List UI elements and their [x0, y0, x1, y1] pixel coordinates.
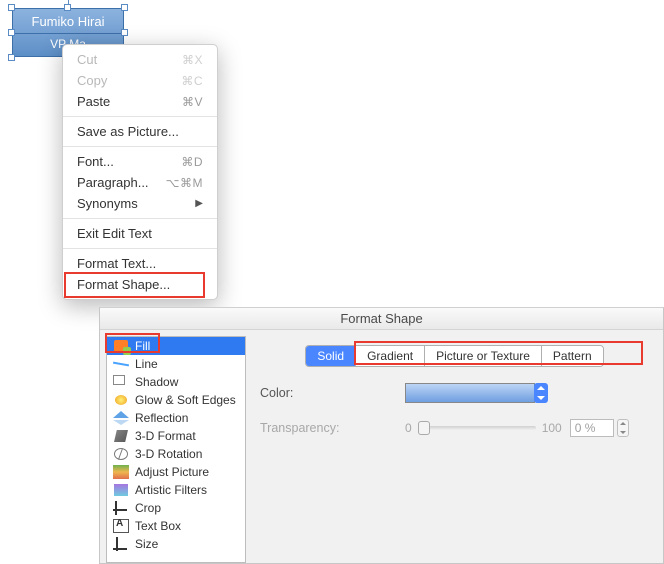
menu-shortcut: ⌘X — [182, 53, 203, 67]
menu-label: Save as Picture... — [77, 124, 179, 139]
fill-type-tabs: Solid Gradient Picture or Texture Patter… — [305, 345, 603, 367]
sidebar-item-3d-rotation[interactable]: 3-D Rotation — [107, 445, 245, 463]
resize-handle[interactable] — [8, 29, 15, 36]
glow-icon — [113, 393, 129, 407]
tab-solid[interactable]: Solid — [306, 346, 356, 366]
menu-paste[interactable]: Paste ⌘V — [63, 91, 217, 112]
menu-shortcut: ⌘C — [181, 74, 203, 88]
menu-separator — [63, 146, 217, 147]
menu-label: Synonyms — [77, 196, 138, 211]
reflection-icon — [113, 411, 129, 425]
menu-synonyms[interactable]: Synonyms ▶ — [63, 193, 217, 214]
color-label: Color: — [260, 386, 405, 400]
slider-min: 0 — [405, 421, 412, 435]
sidebar-item-line[interactable]: Line — [107, 355, 245, 373]
transparency-stepper[interactable] — [617, 419, 629, 437]
sidebar-item-3d-format[interactable]: 3-D Format — [107, 427, 245, 445]
slider-knob[interactable] — [418, 421, 430, 435]
transparency-row: Transparency: 0 100 0 % — [260, 419, 649, 437]
tab-picture-or-texture[interactable]: Picture or Texture — [425, 346, 542, 366]
sidebar-item-label: Crop — [135, 501, 161, 515]
resize-handle[interactable] — [121, 29, 128, 36]
rotation-icon — [113, 447, 129, 461]
sidebar-item-crop[interactable]: Crop — [107, 499, 245, 517]
slider-max: 100 — [542, 421, 562, 435]
textbox-icon — [113, 519, 129, 533]
menu-paragraph[interactable]: Paragraph... ⌥⌘M — [63, 172, 217, 193]
sidebar-item-label: Line — [135, 357, 158, 371]
menu-shortcut: ⌘D — [181, 155, 203, 169]
menu-font[interactable]: Font... ⌘D — [63, 151, 217, 172]
transparency-label: Transparency: — [260, 421, 405, 435]
menu-copy: Copy ⌘C — [63, 70, 217, 91]
transparency-slider[interactable] — [418, 426, 536, 430]
sidebar-item-label: Adjust Picture — [135, 465, 209, 479]
transparency-value[interactable]: 0 % — [570, 419, 614, 437]
resize-handle[interactable] — [121, 4, 128, 11]
sidebar-item-reflection[interactable]: Reflection — [107, 409, 245, 427]
menu-separator — [63, 116, 217, 117]
shadow-icon — [113, 375, 129, 389]
sidebar-item-glow[interactable]: Glow & Soft Edges — [107, 391, 245, 409]
tab-pattern[interactable]: Pattern — [542, 346, 603, 366]
resize-handle[interactable] — [8, 4, 15, 11]
fill-panel: Solid Gradient Picture or Texture Patter… — [250, 330, 663, 563]
sidebar-item-label: Text Box — [135, 519, 181, 533]
shape-name: Fumiko Hirai — [13, 9, 123, 33]
menu-label: Exit Edit Text — [77, 226, 152, 241]
context-menu: Cut ⌘X Copy ⌘C Paste ⌘V Save as Picture.… — [62, 44, 218, 300]
window-title: Format Shape — [100, 308, 663, 330]
menu-label: Format Text... — [77, 256, 156, 271]
menu-format-shape[interactable]: Format Shape... — [63, 274, 217, 295]
sidebar-item-adjust-picture[interactable]: Adjust Picture — [107, 463, 245, 481]
crop-icon — [113, 501, 129, 515]
menu-label: Cut — [77, 52, 97, 67]
sidebar-item-artistic-filters[interactable]: Artistic Filters — [107, 481, 245, 499]
menu-separator — [63, 218, 217, 219]
sidebar-item-fill[interactable]: Fill — [107, 337, 245, 355]
size-icon — [113, 537, 129, 551]
sidebar-item-size[interactable]: Size — [107, 535, 245, 553]
sidebar-item-label: 3-D Format — [135, 429, 196, 443]
filters-icon — [113, 483, 129, 497]
menu-label: Format Shape... — [77, 277, 170, 292]
submenu-arrow-icon: ▶ — [195, 198, 203, 209]
line-icon — [113, 357, 129, 371]
menu-label: Copy — [77, 73, 107, 88]
menu-shortcut: ⌘V — [182, 95, 203, 109]
sidebar-item-label: Glow & Soft Edges — [135, 393, 236, 407]
fill-icon — [113, 339, 129, 353]
category-sidebar: Fill Line Shadow Glow & Soft Edges Refle… — [106, 336, 246, 563]
sidebar-item-label: Reflection — [135, 411, 188, 425]
sidebar-item-label: Fill — [135, 339, 150, 353]
menu-exit-edit-text[interactable]: Exit Edit Text — [63, 223, 217, 244]
sidebar-item-text-box[interactable]: Text Box — [107, 517, 245, 535]
menu-save-as-picture[interactable]: Save as Picture... — [63, 121, 217, 142]
sidebar-item-label: 3-D Rotation — [135, 447, 202, 461]
menu-label: Font... — [77, 154, 114, 169]
menu-format-text[interactable]: Format Text... — [63, 253, 217, 274]
menu-label: Paste — [77, 94, 110, 109]
sidebar-item-shadow[interactable]: Shadow — [107, 373, 245, 391]
color-dropdown-button[interactable] — [534, 383, 548, 403]
resize-handle[interactable] — [64, 4, 71, 11]
menu-shortcut: ⌥⌘M — [166, 176, 203, 190]
resize-handle[interactable] — [8, 54, 15, 61]
sidebar-item-label: Shadow — [135, 375, 178, 389]
adjust-icon — [113, 465, 129, 479]
format-shape-window: Format Shape Fill Line Shadow Glow & Sof… — [99, 307, 664, 564]
sidebar-item-label: Artistic Filters — [135, 483, 207, 497]
cube-icon — [113, 429, 129, 443]
color-well[interactable] — [405, 383, 535, 403]
menu-label: Paragraph... — [77, 175, 149, 190]
color-row: Color: — [260, 383, 649, 403]
menu-cut: Cut ⌘X — [63, 49, 217, 70]
tab-gradient[interactable]: Gradient — [356, 346, 425, 366]
sidebar-item-label: Size — [135, 537, 158, 551]
menu-separator — [63, 248, 217, 249]
